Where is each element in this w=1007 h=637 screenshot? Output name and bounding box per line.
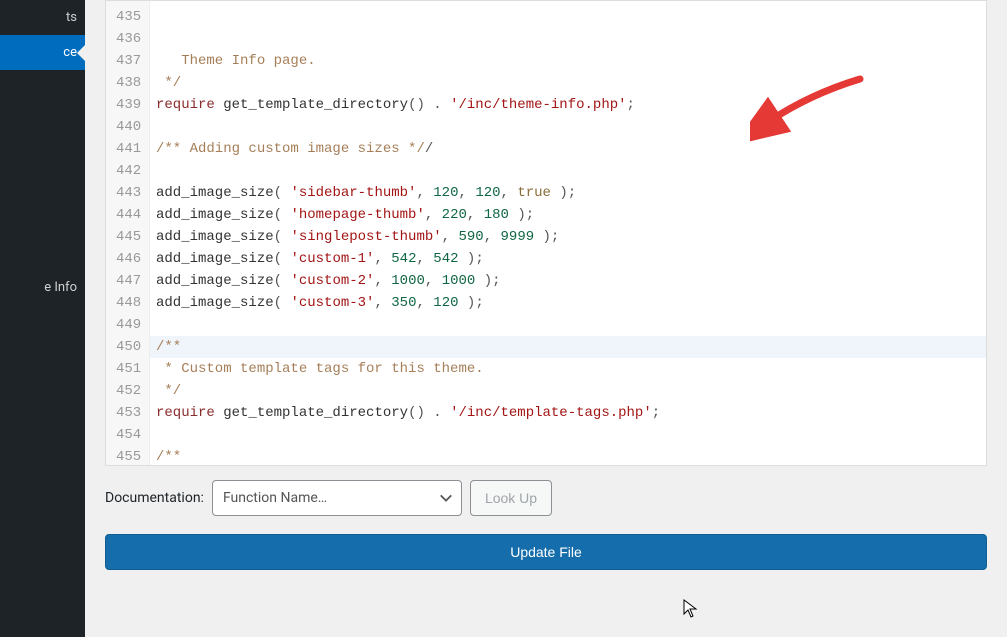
code-lines[interactable]: Theme Info page. */require get_template_…: [150, 0, 986, 466]
app-layout: ts ce e Info 434435436437438439440441442…: [0, 0, 1007, 637]
code-line[interactable]: [156, 116, 986, 138]
code-line[interactable]: /**: [150, 336, 986, 358]
code-line[interactable]: [156, 424, 986, 446]
documentation-label: Documentation:: [105, 490, 204, 506]
code-line[interactable]: [156, 160, 986, 182]
update-file-button[interactable]: Update File: [105, 534, 987, 570]
main-content: 4344354364374384394404414424434444454464…: [85, 0, 1007, 637]
sidebar-item-label: ce: [63, 45, 77, 60]
chevron-down-icon: [439, 491, 453, 505]
look-up-button[interactable]: Look Up: [470, 480, 552, 516]
documentation-row: Documentation: Function Name… Look Up: [105, 480, 987, 516]
code-line[interactable]: [156, 314, 986, 336]
code-line[interactable]: add_image_size( 'homepage-thumb', 220, 1…: [156, 204, 986, 226]
admin-sidebar: ts ce e Info: [0, 0, 85, 637]
code-line[interactable]: add_image_size( 'singlepost-thumb', 590,…: [156, 226, 986, 248]
code-editor[interactable]: 4344354364374384394404414424434444454464…: [105, 0, 987, 466]
sidebar-item-theme-info[interactable]: e Info: [0, 270, 85, 305]
code-line[interactable]: /**: [156, 446, 986, 466]
code-line[interactable]: add_image_size( 'custom-2', 1000, 1000 )…: [156, 270, 986, 292]
code-line[interactable]: add_image_size( 'sidebar-thumb', 120, 12…: [156, 182, 986, 204]
code-line[interactable]: require get_template_directory() . '/inc…: [156, 402, 986, 424]
sidebar-item-appearance[interactable]: ce: [0, 35, 85, 70]
sidebar-item-label: e Info: [44, 280, 77, 295]
code-line[interactable]: * Custom template tags for this theme.: [156, 358, 986, 380]
code-line[interactable]: add_image_size( 'custom-1', 542, 542 );: [156, 248, 986, 270]
sidebar-item-label: ts: [66, 10, 77, 25]
code-line[interactable]: add_image_size( 'custom-3', 350, 120 );: [156, 292, 986, 314]
function-name-select[interactable]: Function Name…: [212, 480, 462, 516]
code-line[interactable]: */: [156, 380, 986, 402]
sidebar-item-widgets[interactable]: ts: [0, 0, 85, 35]
code-line[interactable]: */: [156, 72, 986, 94]
code-gutter: 4344354364374384394404414424434444454464…: [106, 0, 150, 466]
code-line[interactable]: Theme Info page.: [156, 50, 986, 72]
select-value: Function Name…: [223, 490, 327, 506]
code-line[interactable]: require get_template_directory() . '/inc…: [156, 94, 986, 116]
code-line[interactable]: /** Adding custom image sizes *//: [156, 138, 986, 160]
